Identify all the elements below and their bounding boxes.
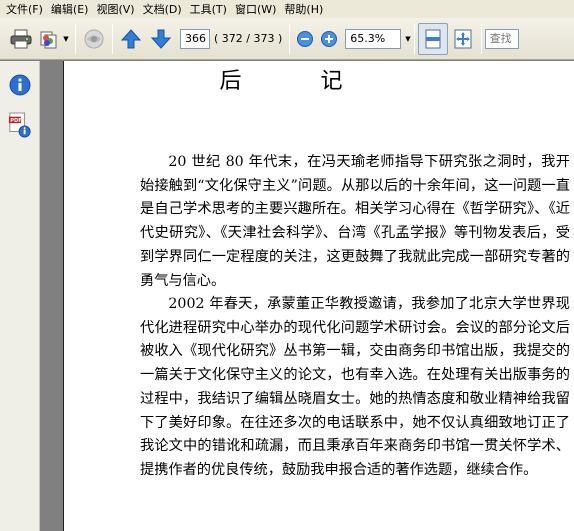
toolbar-separator: [480, 23, 482, 54]
navigation-panel: PDF: [0, 61, 40, 531]
zoom-in-button[interactable]: [317, 23, 341, 55]
menu-edit[interactable]: 编辑(E): [49, 1, 95, 17]
pdf-info-button[interactable]: PDF: [8, 111, 32, 139]
page-number-input[interactable]: 366: [180, 28, 210, 49]
pdf-info-icon: PDF: [8, 112, 31, 138]
svg-text:PDF: PDF: [10, 118, 22, 124]
prev-page-button[interactable]: [116, 23, 146, 55]
toolbar-separator: [413, 23, 415, 54]
menu-document[interactable]: 文档(D): [141, 1, 188, 17]
info-icon: [9, 74, 31, 96]
menu-window[interactable]: 窗口(W): [233, 1, 282, 17]
connect-button[interactable]: [79, 23, 109, 55]
paragraph-1: 20 世纪 80 年代末，在冯天瑜老师指导下研究张之洞时，我开始接触到“文化保守…: [140, 154, 570, 289]
toolbar-separator: [112, 23, 113, 54]
next-page-button[interactable]: [146, 23, 176, 55]
menu-tools[interactable]: 工具(T): [188, 1, 233, 17]
zoom-out-icon: [297, 30, 314, 47]
page-title: 后 记: [219, 69, 379, 94]
toolbar: ▼ 366 ( 372 / 373 ) 65.3% ▼ 查找: [0, 18, 574, 60]
chevron-down-icon: ▼: [63, 34, 69, 43]
page-count: ( 372 / 373 ): [214, 32, 283, 45]
toolbar-separator: [75, 23, 76, 54]
menu-file[interactable]: 文件(F): [4, 1, 49, 17]
pdf-reader-window: 文件(F) 编辑(E) 视图(V) 文档(D) 工具(T) 窗口(W) 帮助(H…: [0, 0, 574, 531]
prev-page-icon: [120, 28, 142, 48]
print-button[interactable]: [6, 23, 36, 55]
zoom-input[interactable]: 65.3%: [345, 28, 402, 49]
menu-bar: 文件(F) 编辑(E) 视图(V) 文档(D) 工具(T) 窗口(W) 帮助(H…: [0, 0, 574, 18]
info-button[interactable]: [8, 71, 32, 99]
zoom-dropdown-icon[interactable]: ▼: [405, 35, 410, 43]
fit-width-icon: [425, 29, 441, 48]
search-input[interactable]: [484, 28, 519, 49]
connect-icon: [84, 29, 104, 48]
toolbar-separator: [289, 23, 291, 54]
document-page: 后 记 20 世纪 80 年代末，在冯天瑜老师指导下研究张之洞时，我开始接触到“…: [63, 61, 574, 531]
paragraph-2: 2002 年春天，承蒙董正华教授邀请，我参加了北京大学世界现代化进程研究中心举办…: [140, 296, 570, 478]
fit-page-button[interactable]: [448, 23, 478, 55]
zoom-out-button[interactable]: [293, 23, 317, 55]
fit-page-icon: [454, 29, 472, 48]
print-icon: [10, 29, 32, 48]
next-page-icon: [150, 29, 172, 49]
pages-icon: [40, 31, 57, 48]
document-viewport[interactable]: 后 记 20 世纪 80 年代末，在冯天瑜老师指导下研究张之洞时，我开始接触到“…: [41, 61, 574, 531]
menu-help[interactable]: 帮助(H): [282, 1, 329, 17]
menu-view[interactable]: 视图(V): [94, 1, 140, 17]
zoom-in-icon: [321, 30, 338, 47]
pages-button[interactable]: ▼: [36, 23, 72, 55]
fit-width-button[interactable]: [417, 22, 448, 55]
